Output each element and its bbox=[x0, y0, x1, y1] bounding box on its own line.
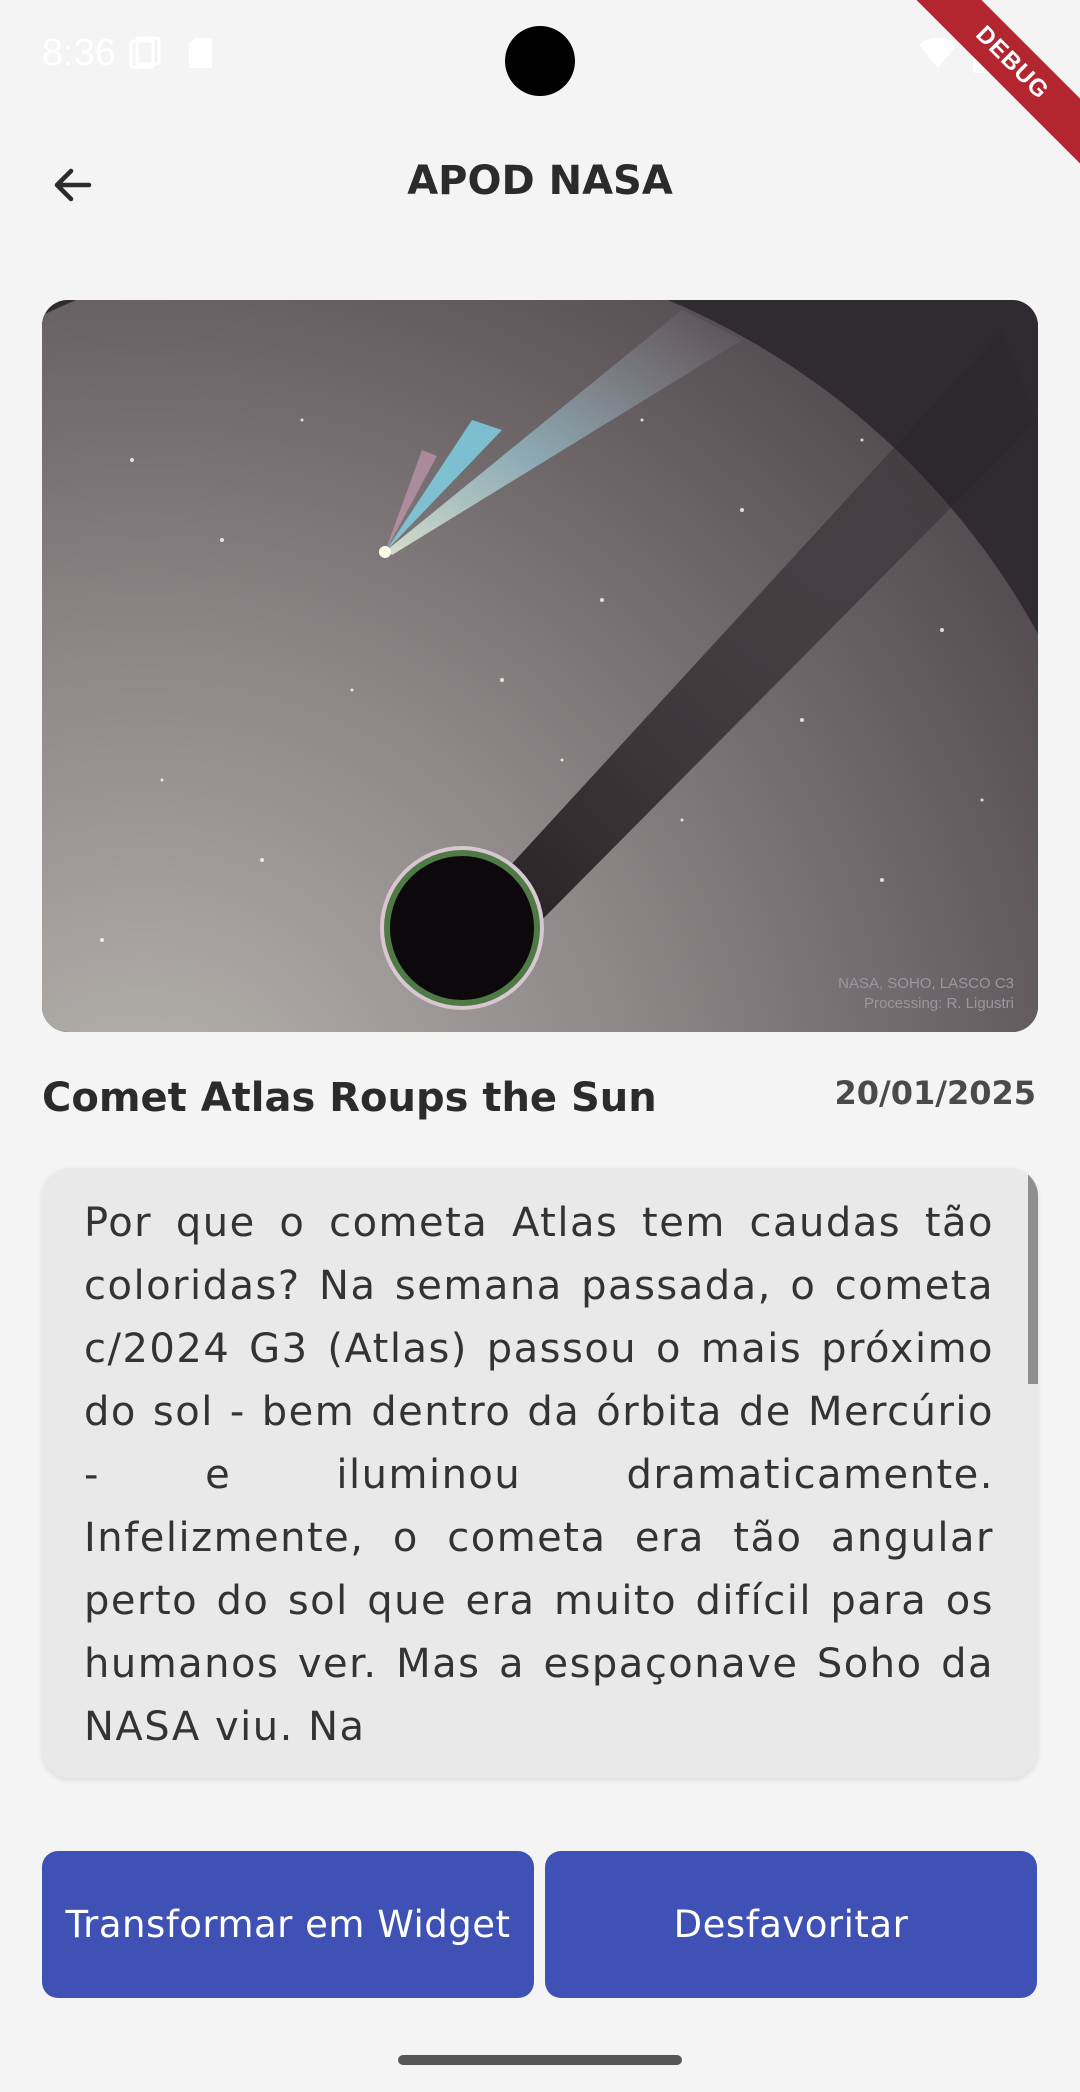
apod-date: 20/01/2025 bbox=[834, 1074, 1037, 1112]
page-title: APOD NASA bbox=[407, 158, 673, 204]
unfavorite-button[interactable]: Desfavoritar bbox=[545, 1851, 1037, 1998]
screen-icon bbox=[128, 36, 162, 74]
camera-cutout bbox=[505, 26, 575, 96]
home-indicator[interactable] bbox=[398, 2055, 682, 2065]
sd-card-icon bbox=[186, 36, 216, 74]
description-scrollbar[interactable] bbox=[1028, 1168, 1038, 1384]
image-credit: NASA, SOHO, LASCO C3 Processing: R. Ligu… bbox=[838, 974, 1014, 1014]
transform-widget-button[interactable]: Transformar em Widget bbox=[42, 1851, 534, 1998]
image-credit-line2: Processing: R. Ligustri bbox=[863, 995, 1014, 1012]
apod-title: Comet Atlas Roups the Sun bbox=[42, 1075, 657, 1121]
description-card[interactable]: Por que o cometa Atlas tem caudas tão co… bbox=[42, 1168, 1038, 1778]
app-bar: APOD NASA bbox=[0, 130, 1080, 240]
image-credit-line1: NASA, SOHO, LASCO C3 bbox=[838, 975, 1014, 992]
wifi-icon bbox=[918, 36, 958, 74]
apod-description: Por que o cometa Atlas tem caudas tão co… bbox=[84, 1200, 994, 1750]
status-time: 8:36 bbox=[42, 32, 116, 74]
status-bar: 8:36 DEBUG bbox=[0, 0, 1080, 172]
apod-image: NASA, SOHO, LASCO C3 Processing: R. Ligu… bbox=[42, 300, 1038, 1032]
